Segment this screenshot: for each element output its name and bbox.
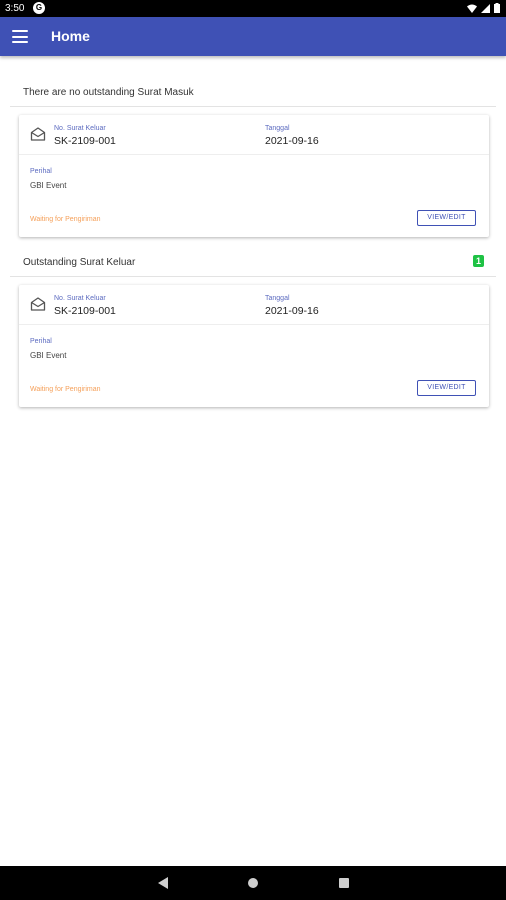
notification-app-icon: G [33, 2, 45, 14]
card-header: No. Surat Keluar SK-2109-001 Tanggal 202… [19, 285, 489, 325]
count-badge: 1 [472, 255, 484, 267]
back-icon[interactable] [158, 877, 168, 889]
status-text: Waiting for Pengiriman [30, 216, 101, 223]
subject-value: GBI Event [30, 351, 67, 360]
status-time: 3:50 [5, 3, 25, 14]
letter-number: SK-2109-001 [54, 305, 116, 317]
view-edit-button[interactable]: VIEW/EDIT [417, 210, 476, 226]
status-bar: 3:50 G [0, 0, 506, 17]
card-header: No. Surat Keluar SK-2109-001 Tanggal 202… [19, 115, 489, 155]
hamburger-menu-icon[interactable] [12, 30, 28, 43]
surat-keluar-section-header: Outstanding Surat Keluar 1 [10, 247, 496, 277]
letter-number: SK-2109-001 [54, 135, 116, 147]
date-label: Tanggal [265, 295, 290, 302]
date-label: Tanggal [265, 125, 290, 132]
surat-keluar-section-title: Outstanding Surat Keluar [23, 257, 136, 268]
number-label: No. Surat Keluar [54, 295, 106, 302]
letter-date: 2021-09-16 [265, 135, 319, 147]
surat-masuk-empty-text: There are no outstanding Surat Masuk [23, 87, 194, 98]
letter-date: 2021-09-16 [265, 305, 319, 317]
subject-label: Perihal [30, 338, 52, 345]
recents-icon[interactable] [339, 878, 349, 888]
mail-icon [30, 297, 46, 311]
subject-value: GBI Event [30, 181, 67, 190]
status-icons [467, 3, 500, 13]
mail-icon [30, 127, 46, 141]
system-nav-bar [0, 866, 506, 900]
view-edit-button[interactable]: VIEW/EDIT [417, 380, 476, 396]
home-icon[interactable] [248, 878, 258, 888]
cell-signal-icon [481, 3, 490, 13]
page-title: Home [51, 28, 90, 44]
wifi-icon [467, 4, 477, 13]
status-text: Waiting for Pengiriman [30, 386, 101, 393]
app-bar: Home [0, 17, 506, 56]
battery-icon [494, 3, 500, 13]
number-label: No. Surat Keluar [54, 125, 106, 132]
subject-label: Perihal [30, 168, 52, 175]
surat-masuk-section-header: There are no outstanding Surat Masuk [10, 77, 496, 107]
surat-keluar-card: No. Surat Keluar SK-2109-001 Tanggal 202… [19, 115, 489, 237]
surat-keluar-card: No. Surat Keluar SK-2109-001 Tanggal 202… [19, 285, 489, 407]
